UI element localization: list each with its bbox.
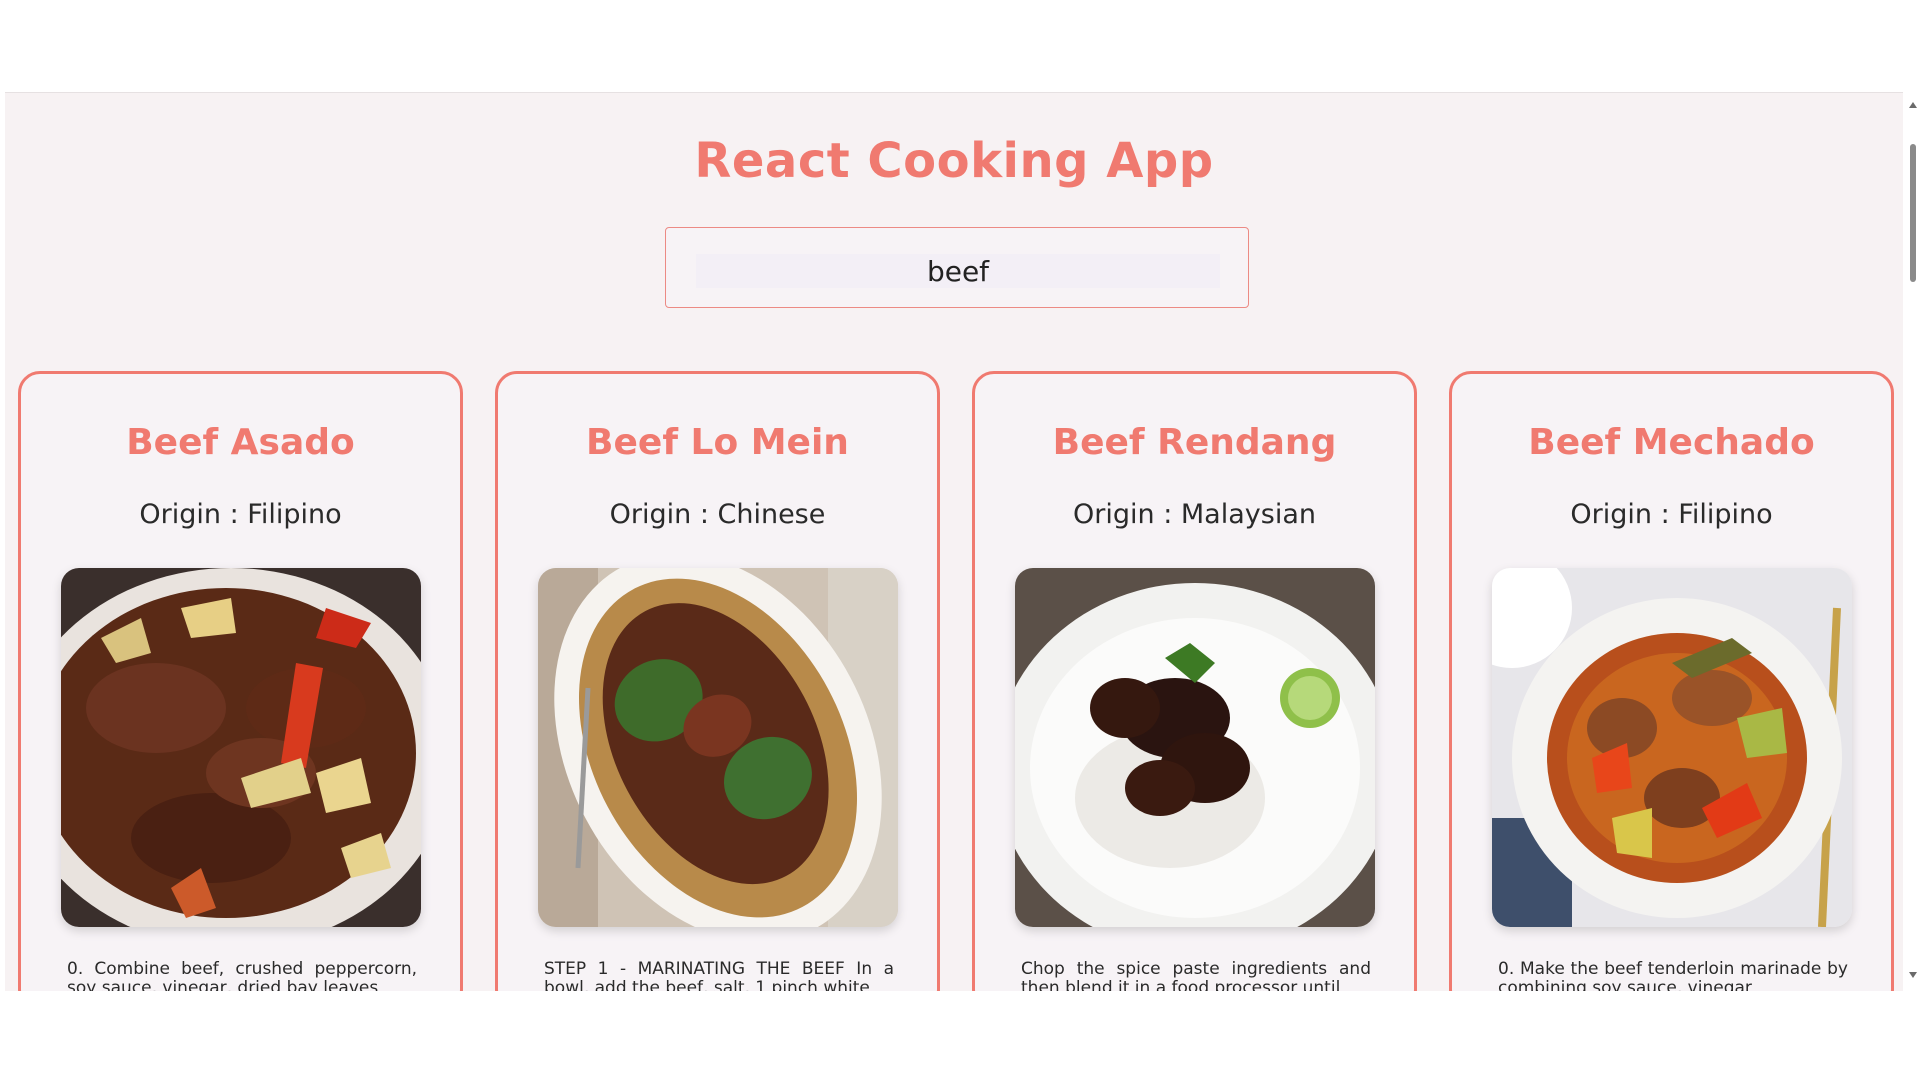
recipe-card[interactable]: Beef Lo Mein Origin : Chinese STEP 1 - M… bbox=[495, 371, 940, 991]
recipe-image bbox=[1015, 568, 1375, 927]
recipe-description: Chop the spice paste ingredients and the… bbox=[1021, 959, 1371, 992]
recipe-image bbox=[61, 568, 421, 927]
recipe-card[interactable]: Beef Asado Origin : Filipino 0. Combine … bbox=[18, 371, 463, 991]
recipe-card[interactable]: Beef Rendang Origin : Malaysian Chop the… bbox=[972, 371, 1417, 991]
recipe-origin: Origin : Malaysian bbox=[1073, 499, 1316, 530]
recipe-list: Beef Asado Origin : Filipino 0. Combine … bbox=[18, 371, 1898, 991]
recipe-title: Beef Lo Mein bbox=[586, 422, 849, 463]
recipe-title: Beef Asado bbox=[126, 422, 355, 463]
recipe-description: STEP 1 - MARINATING THE BEEF In a bowl, … bbox=[544, 959, 894, 992]
search-form bbox=[665, 227, 1249, 308]
search-input[interactable] bbox=[696, 254, 1220, 288]
recipe-title: Beef Mechado bbox=[1528, 422, 1815, 463]
recipe-origin: Origin : Chinese bbox=[609, 499, 826, 530]
scroll-down-icon[interactable] bbox=[1909, 972, 1917, 978]
app-title: React Cooking App bbox=[694, 133, 1214, 189]
recipe-description: 0. Combine beef, crushed peppercorn, soy… bbox=[67, 959, 417, 992]
recipe-origin: Origin : Filipino bbox=[1570, 499, 1773, 530]
recipe-image bbox=[538, 568, 898, 927]
recipe-title: Beef Rendang bbox=[1052, 422, 1337, 463]
scroll-up-icon[interactable] bbox=[1909, 102, 1917, 108]
recipe-origin: Origin : Filipino bbox=[139, 499, 342, 530]
vertical-scrollbar[interactable] bbox=[1906, 92, 1920, 991]
scroll-thumb[interactable] bbox=[1910, 144, 1916, 282]
recipe-description: 0. Make the beef tenderloin marinade by … bbox=[1498, 959, 1848, 992]
app-viewport: React Cooking App Beef Asado Origin : Fi… bbox=[5, 92, 1903, 991]
recipe-card[interactable]: Beef Mechado Origin : Filipino 0. Make t… bbox=[1449, 371, 1894, 991]
recipe-image bbox=[1492, 568, 1852, 927]
